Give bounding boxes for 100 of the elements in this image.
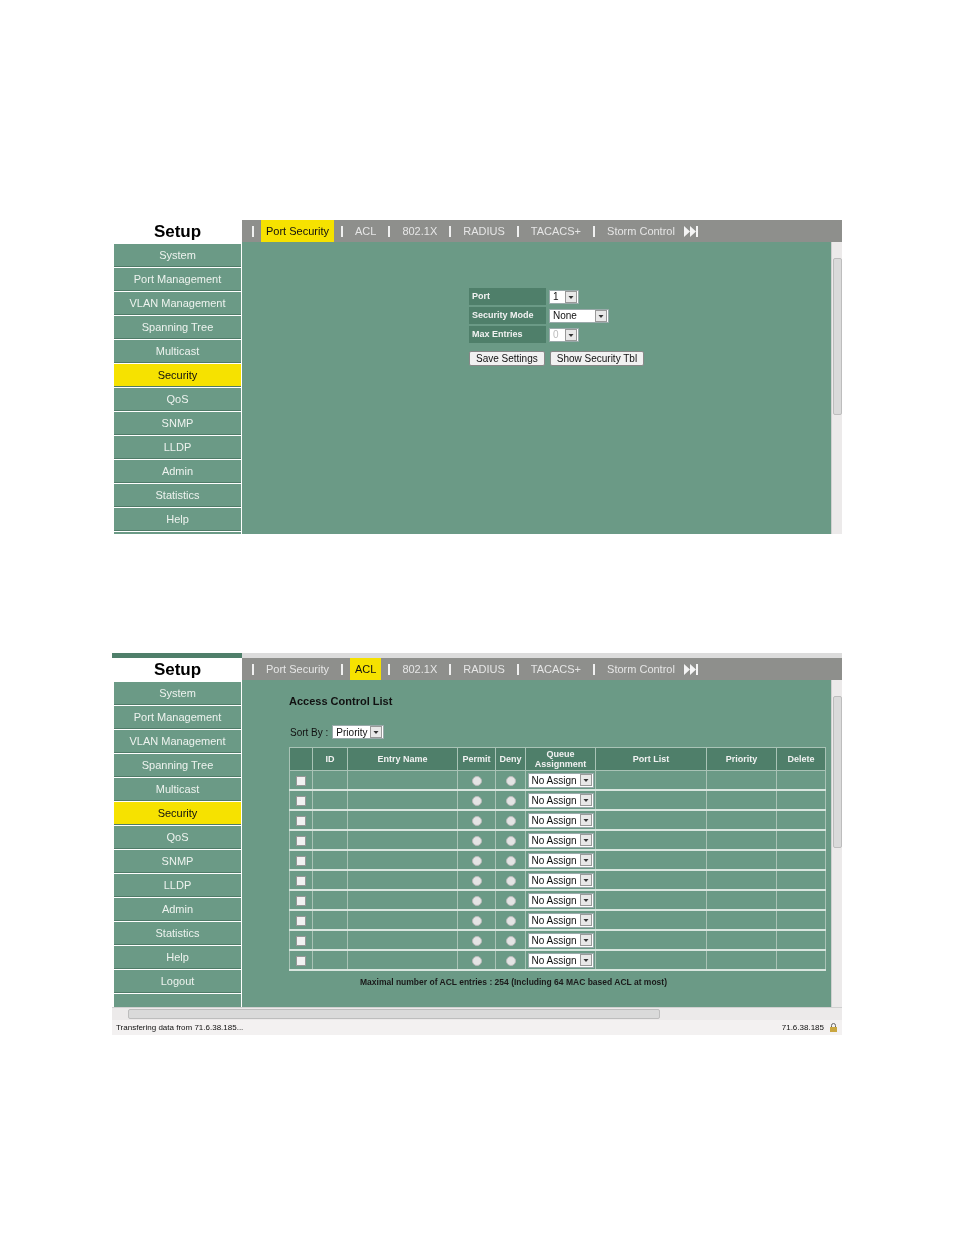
skip-forward-icon[interactable] <box>683 663 698 675</box>
sort-dropdown[interactable]: Priority <box>332 725 385 739</box>
sidebar-item[interactable]: Spanning Tree <box>114 754 241 777</box>
queue-dropdown[interactable]: No Assign <box>527 872 594 888</box>
permit-radio[interactable] <box>471 795 482 806</box>
sort-label: Sort By : <box>290 726 329 738</box>
queue-dropdown[interactable]: No Assign <box>527 812 594 828</box>
row-checkbox[interactable] <box>296 915 306 926</box>
sidebar-item[interactable]: Multicast <box>114 778 241 801</box>
sidebar-item[interactable]: SNMP <box>114 850 241 873</box>
sidebar-item[interactable]: Admin <box>114 460 241 483</box>
section-title: Access Control List <box>289 695 394 707</box>
sidebar-item[interactable]: System <box>114 682 241 705</box>
sidebar-item[interactable]: Admin <box>114 898 241 921</box>
vertical-scrollbar[interactable] <box>831 680 842 1007</box>
sidebar-item[interactable]: Help <box>114 946 241 969</box>
deny-radio[interactable] <box>505 895 516 906</box>
sidebar-item[interactable]: LLDP <box>114 436 241 459</box>
tab[interactable]: Storm Control <box>602 220 680 242</box>
sidebar-title: Setup <box>152 659 203 681</box>
row-checkbox[interactable] <box>296 835 306 846</box>
row-checkbox[interactable] <box>296 795 306 806</box>
row-checkbox[interactable] <box>296 775 306 786</box>
skip-forward-icon[interactable] <box>683 225 698 237</box>
deny-radio[interactable] <box>505 775 516 786</box>
permit-radio[interactable] <box>471 955 482 966</box>
permit-radio[interactable] <box>471 775 482 786</box>
sidebar-item[interactable]: Port Management <box>114 706 241 729</box>
deny-radio[interactable] <box>505 915 516 926</box>
dropdown[interactable]: 1 <box>549 289 579 304</box>
sidebar-item[interactable]: QoS <box>114 388 241 411</box>
column-header: Priority <box>706 747 777 771</box>
row-checkbox[interactable] <box>296 815 306 826</box>
column-header: Queue Assignment <box>525 747 596 771</box>
status-address: 71.6.38.185 <box>781 1023 824 1032</box>
sidebar-item[interactable]: Logout <box>114 970 241 993</box>
queue-dropdown[interactable]: No Assign <box>527 852 594 868</box>
tab[interactable]: TACACS+ <box>525 658 587 680</box>
queue-dropdown[interactable]: No Assign <box>527 832 594 848</box>
horizontal-scrollbar[interactable] <box>112 1007 842 1020</box>
field-label: Port <box>469 288 546 305</box>
sidebar-item[interactable]: System <box>114 244 241 267</box>
sidebar-item[interactable]: Spanning Tree <box>114 316 241 339</box>
column-header: Entry Name <box>347 747 458 771</box>
acl-limit-note: Maximal number of ACL entries : 254 (Including 64 MAC based ACL at most) <box>360 977 668 987</box>
queue-dropdown[interactable]: No Assign <box>527 912 594 928</box>
row-checkbox[interactable] <box>296 855 306 866</box>
deny-radio[interactable] <box>505 875 516 886</box>
sidebar-item[interactable]: Multicast <box>114 340 241 363</box>
tab[interactable]: ACL <box>349 220 382 242</box>
sidebar-item[interactable]: Statistics <box>114 484 241 507</box>
field-label: Max Entries <box>469 326 546 343</box>
form-button[interactable]: Save Settings <box>469 351 545 366</box>
deny-radio[interactable] <box>505 795 516 806</box>
queue-dropdown[interactable]: No Assign <box>527 932 594 948</box>
tab[interactable]: RADIUS <box>458 220 510 242</box>
sidebar-item[interactable]: QoS <box>114 826 241 849</box>
sidebar-item[interactable]: Port Management <box>114 268 241 291</box>
column-header: Permit <box>457 747 496 771</box>
sidebar-item[interactable]: Security <box>114 802 241 825</box>
permit-radio[interactable] <box>471 935 482 946</box>
queue-dropdown[interactable]: No Assign <box>527 792 594 808</box>
tab[interactable]: 802.1X <box>397 220 443 242</box>
permit-radio[interactable] <box>471 915 482 926</box>
tab[interactable]: TACACS+ <box>525 220 587 242</box>
permit-radio[interactable] <box>471 895 482 906</box>
sidebar-item[interactable]: Security <box>114 364 241 387</box>
sidebar-item[interactable]: VLAN Management <box>114 730 241 753</box>
queue-dropdown[interactable]: No Assign <box>527 772 594 788</box>
queue-dropdown[interactable]: No Assign <box>527 892 594 908</box>
deny-radio[interactable] <box>505 815 516 826</box>
lock-icon <box>829 1023 838 1032</box>
tab[interactable]: Port Security <box>261 658 334 680</box>
permit-radio[interactable] <box>471 835 482 846</box>
row-checkbox[interactable] <box>296 955 306 966</box>
row-checkbox[interactable] <box>296 875 306 886</box>
sidebar-item[interactable]: Statistics <box>114 922 241 945</box>
deny-radio[interactable] <box>505 855 516 866</box>
row-checkbox[interactable] <box>296 895 306 906</box>
tab[interactable]: Storm Control <box>602 658 680 680</box>
row-checkbox[interactable] <box>296 935 306 946</box>
sidebar-item[interactable]: SNMP <box>114 412 241 435</box>
column-header: Port List <box>595 747 707 771</box>
tab[interactable]: ACL <box>349 658 382 680</box>
deny-radio[interactable] <box>505 935 516 946</box>
deny-radio[interactable] <box>505 955 516 966</box>
sidebar-item[interactable]: VLAN Management <box>114 292 241 315</box>
permit-radio[interactable] <box>471 875 482 886</box>
tab[interactable]: RADIUS <box>458 658 510 680</box>
form-button[interactable]: Show Security Tbl <box>549 351 645 366</box>
tab[interactable]: 802.1X <box>397 658 443 680</box>
tab[interactable]: Port Security <box>261 220 334 242</box>
dropdown[interactable]: None <box>549 308 609 323</box>
vertical-scrollbar[interactable] <box>831 242 842 534</box>
sidebar-item[interactable]: LLDP <box>114 874 241 897</box>
queue-dropdown[interactable]: No Assign <box>527 952 594 968</box>
sidebar-item[interactable]: Help <box>114 508 241 531</box>
permit-radio[interactable] <box>471 855 482 866</box>
permit-radio[interactable] <box>471 815 482 826</box>
deny-radio[interactable] <box>505 835 516 846</box>
